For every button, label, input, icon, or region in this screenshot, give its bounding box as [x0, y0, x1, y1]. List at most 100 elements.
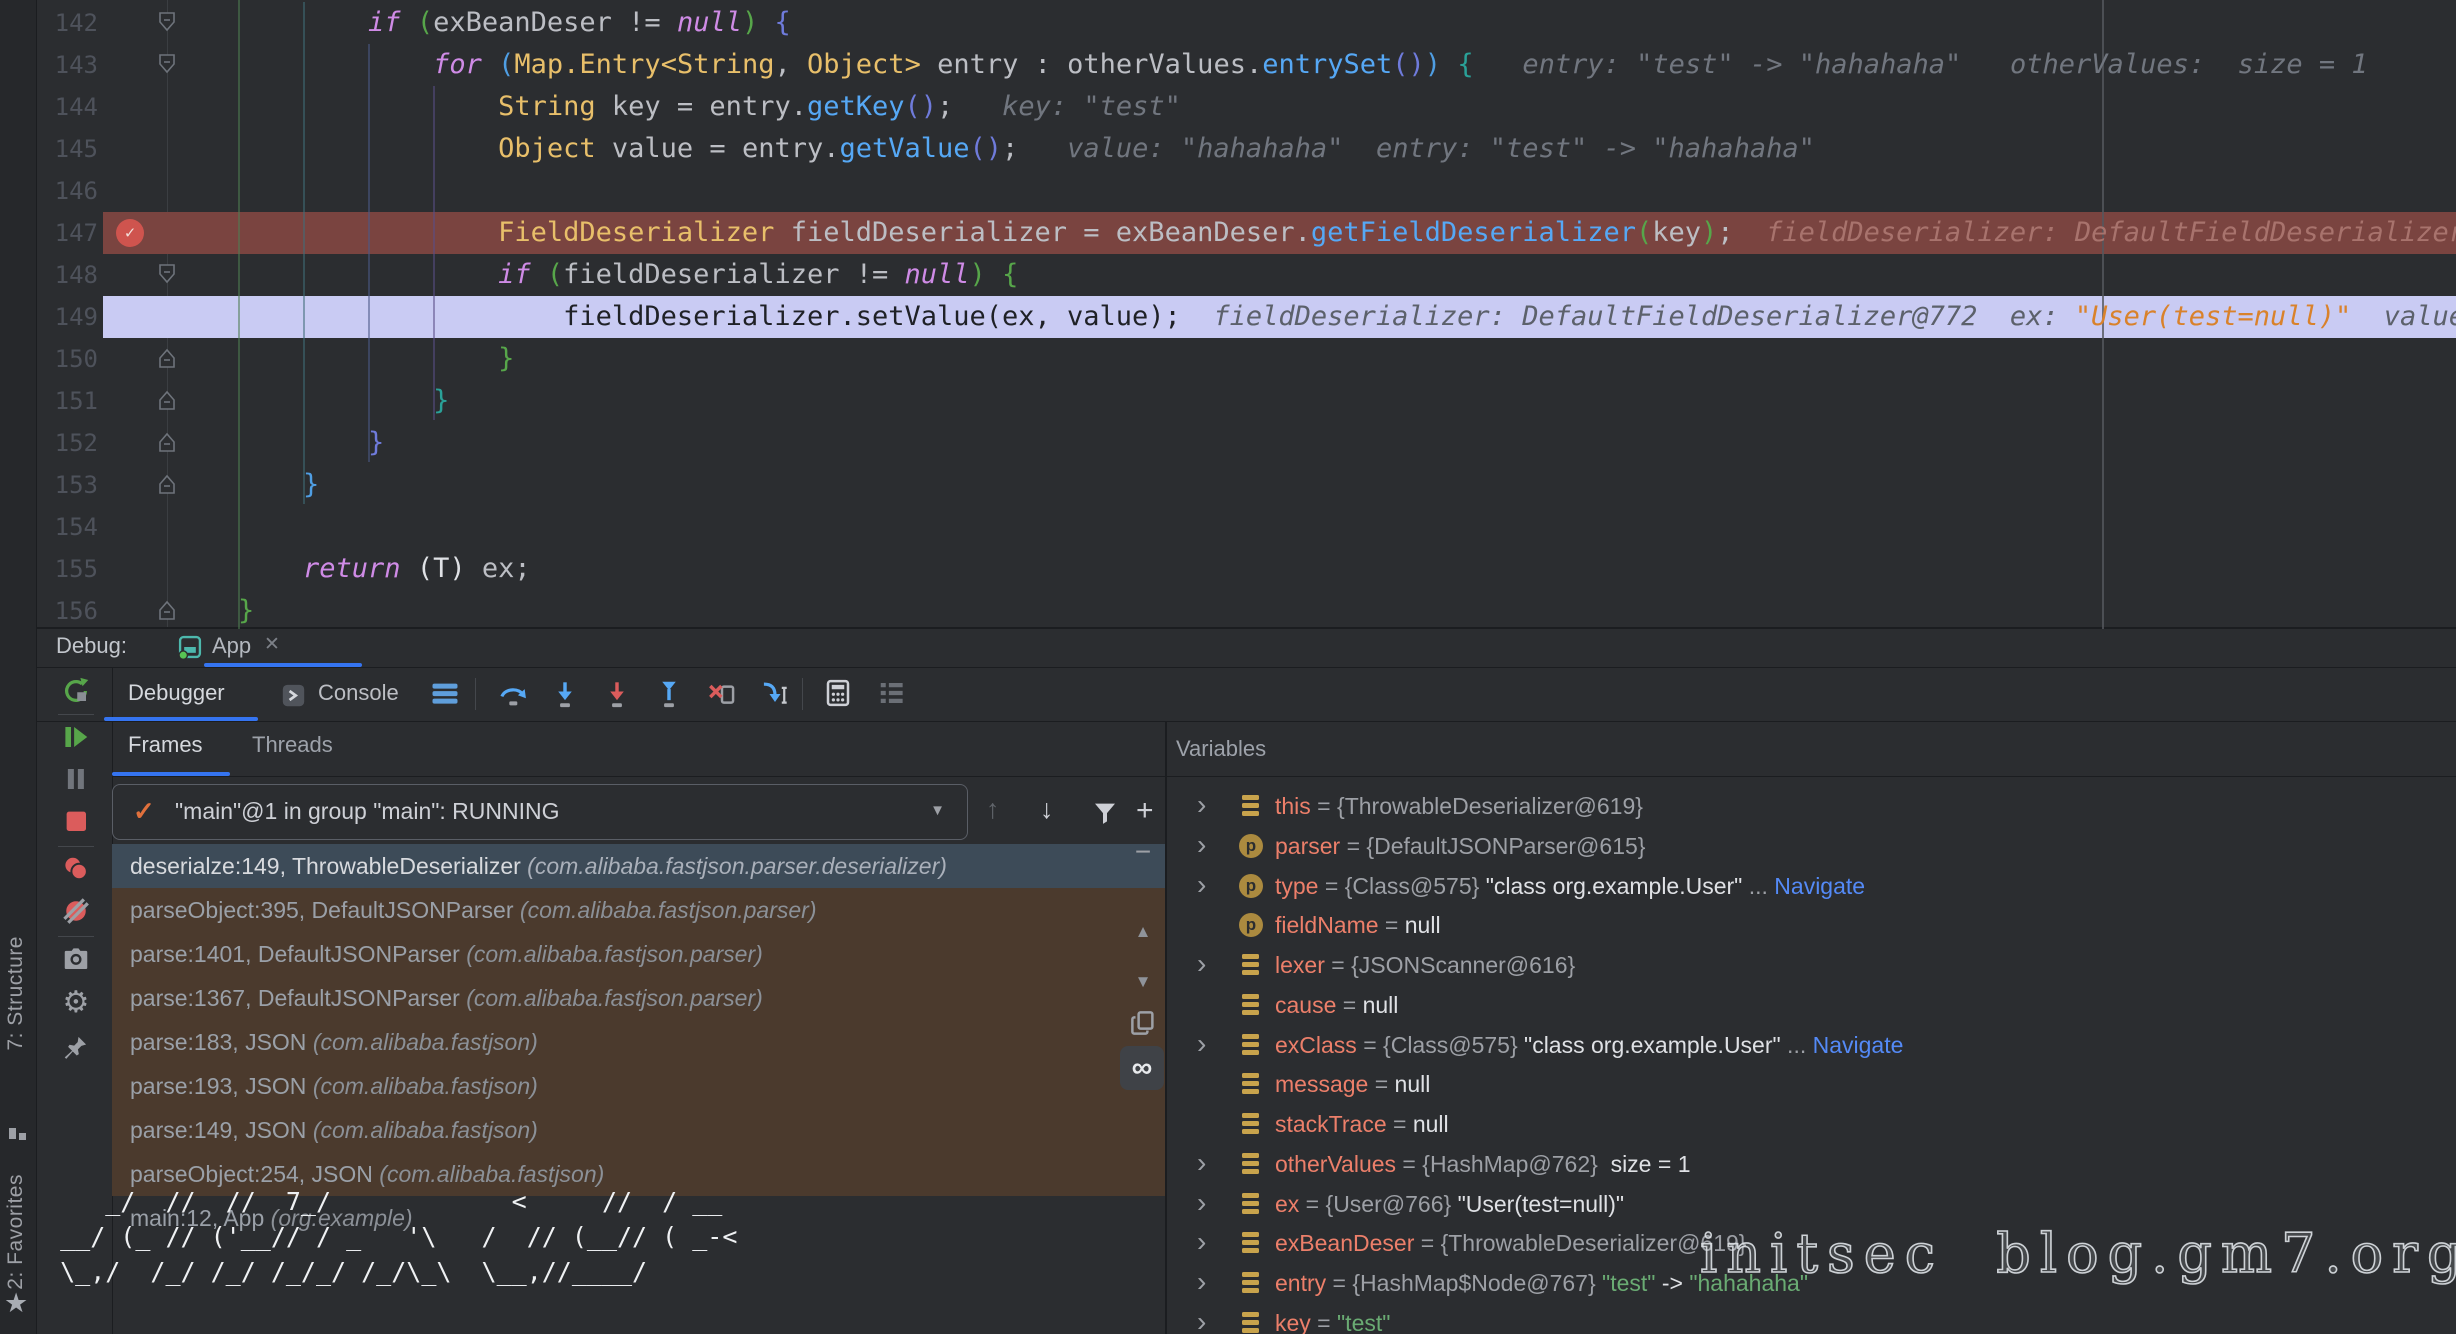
- evaluate-expression-icon[interactable]: [823, 678, 857, 712]
- code-text: }: [238, 380, 449, 422]
- code-text: FieldDeserializer fieldDeserializer = ex…: [238, 212, 2456, 254]
- stack-frame-row[interactable]: deserialze:149, ThrowableDeserializer (c…: [112, 844, 1165, 888]
- separator: [802, 678, 803, 710]
- code-line-148: 148 if (fieldDeserializer != null) {: [36, 254, 2456, 296]
- stack-frame-row[interactable]: parse:1401, DefaultJSONParser (com.aliba…: [112, 932, 1165, 976]
- variable-row-this[interactable]: ›this = {ThrowableDeserializer@619}: [1167, 786, 2456, 826]
- structure-icon: [9, 1128, 27, 1146]
- expand-chevron-icon[interactable]: ›: [1197, 826, 1206, 864]
- infinity-toggle[interactable]: ∞: [1120, 1046, 1164, 1090]
- drop-frame-button[interactable]: [706, 678, 740, 712]
- chevron-down-icon[interactable]: ▼: [930, 802, 945, 819]
- variable-row-stackTrace[interactable]: stackTrace = null: [1167, 1104, 2456, 1144]
- infinity-icon: ∞: [1120, 1046, 1164, 1090]
- fold-end-icon[interactable]: [155, 472, 179, 496]
- scroll-up-icon[interactable]: ▲: [1122, 922, 1164, 942]
- layout-settings-icon[interactable]: [877, 678, 911, 712]
- code-text: }: [238, 464, 319, 506]
- stop-button[interactable]: [61, 806, 91, 836]
- variable-row-message[interactable]: message = null: [1167, 1064, 2456, 1104]
- line-number: 155: [36, 548, 98, 590]
- copy-stack-icon[interactable]: [1122, 1008, 1164, 1038]
- close-icon[interactable]: ✕: [264, 633, 280, 656]
- variable-row-key[interactable]: ›key = "test": [1167, 1303, 2456, 1334]
- stripe-favorites-button[interactable]: 2: Favorites: [4, 1174, 28, 1290]
- tab-threads[interactable]: Threads: [252, 732, 333, 758]
- view-breakpoints-button[interactable]: [61, 854, 91, 884]
- line-number: 142: [36, 2, 98, 44]
- expand-chevron-icon[interactable]: ›: [1197, 1025, 1206, 1063]
- fold-end-icon[interactable]: [155, 346, 179, 370]
- expand-chevron-icon[interactable]: ›: [1197, 1303, 1206, 1334]
- fold-end-icon[interactable]: [155, 388, 179, 412]
- field-icon: [1239, 794, 1263, 818]
- divider: [36, 721, 2456, 722]
- line-number: 143: [36, 44, 98, 86]
- step-out-button[interactable]: [653, 678, 687, 712]
- expand-chevron-icon[interactable]: ›: [1197, 1223, 1206, 1261]
- variable-row-cause[interactable]: cause = null: [1167, 985, 2456, 1025]
- code-line-155: 155 return (T) ex;: [36, 548, 2456, 590]
- expand-chevron-icon[interactable]: ›: [1197, 866, 1206, 904]
- parameter-icon: p: [1239, 834, 1263, 858]
- expand-chevron-icon[interactable]: ›: [1197, 786, 1206, 824]
- line-number: 153: [36, 464, 98, 506]
- expand-chevron-icon[interactable]: ›: [1197, 1184, 1206, 1222]
- line-number: 151: [36, 380, 98, 422]
- tab-console[interactable]: Console: [318, 680, 399, 706]
- force-step-into-button[interactable]: [601, 678, 635, 712]
- stack-frame-row[interactable]: parse:193, JSON (com.alibaba.fastjson): [112, 1064, 1165, 1108]
- expand-chevron-icon[interactable]: ›: [1197, 1144, 1206, 1182]
- pause-button[interactable]: [61, 764, 91, 794]
- expand-chevron-icon[interactable]: ›: [1197, 1263, 1206, 1301]
- breakpoint-icon[interactable]: ✓: [116, 219, 144, 247]
- stripe-structure-button[interactable]: 7: Structure: [4, 936, 28, 1051]
- thread-selector-dropdown[interactable]: ✓ "main"@1 in group "main": RUNNING ▼: [112, 784, 968, 840]
- line-number: 148: [36, 254, 98, 296]
- line-number: 152: [36, 422, 98, 464]
- filter-funnel-icon[interactable]: [1090, 798, 1120, 828]
- variable-row-ex[interactable]: ›ex = {User@766} "User(test=null)": [1167, 1184, 2456, 1224]
- stack-frame-row[interactable]: parse:183, JSON (com.alibaba.fastjson): [112, 1020, 1165, 1064]
- stack-frame-row[interactable]: parse:1367, DefaultJSONParser (com.aliba…: [112, 976, 1165, 1020]
- mute-breakpoints-button[interactable]: [61, 896, 91, 926]
- frame-down-button[interactable]: ↓: [1040, 794, 1054, 825]
- field-icon: [1239, 1112, 1263, 1136]
- code-line-154: 154: [36, 506, 2456, 548]
- tab-debugger[interactable]: Debugger: [128, 680, 225, 706]
- pin-button[interactable]: [61, 1034, 91, 1064]
- scroll-down-icon[interactable]: ▼: [1122, 972, 1164, 992]
- stack-frame-row[interactable]: parseObject:395, DefaultJSONParser (com.…: [112, 888, 1165, 932]
- stack-frame-row[interactable]: parse:149, JSON (com.alibaba.fastjson): [112, 1108, 1165, 1152]
- code-text: Object value = entry.getValue(); value: …: [238, 128, 1815, 170]
- thread-dump-camera-button[interactable]: [61, 944, 91, 974]
- code-editor[interactable]: 142 if (exBeanDeser != null) {143 for (M…: [36, 0, 2456, 629]
- step-over-button[interactable]: [497, 678, 531, 712]
- fold-start-icon[interactable]: [155, 52, 179, 76]
- frame-up-button[interactable]: ↑: [986, 794, 1000, 825]
- add-watch-button[interactable]: +: [1136, 794, 1154, 828]
- line-number: 147: [36, 212, 98, 254]
- code-text: fieldDeserializer.setValue(ex, value); f…: [238, 296, 2456, 338]
- fold-end-icon[interactable]: [155, 598, 179, 622]
- fold-start-icon[interactable]: [155, 262, 179, 286]
- step-into-button[interactable]: [549, 678, 583, 712]
- variable-row-exClass[interactable]: ›exClass = {Class@575} "class org.exampl…: [1167, 1025, 2456, 1065]
- variable-row-lexer[interactable]: ›lexer = {JSONScanner@616}: [1167, 945, 2456, 985]
- rerun-button[interactable]: [61, 676, 91, 706]
- fold-end-icon[interactable]: [155, 430, 179, 454]
- variable-row-otherValues[interactable]: ›otherValues = {HashMap@762} size = 1: [1167, 1144, 2456, 1184]
- resume-button[interactable]: [61, 722, 91, 752]
- code-line-146: 146: [36, 170, 2456, 212]
- menu-lines-icon[interactable]: [430, 678, 464, 712]
- expand-chevron-icon[interactable]: ›: [1197, 945, 1206, 983]
- variable-row-type[interactable]: ›ptype = {Class@575} "class org.example.…: [1167, 866, 2456, 906]
- line-number: 154: [36, 506, 98, 548]
- tab-frames[interactable]: Frames: [128, 732, 203, 758]
- run-to-cursor-button[interactable]: [759, 678, 793, 712]
- settings-gear-icon[interactable]: ⚙: [61, 988, 91, 1018]
- variable-row-fieldName[interactable]: pfieldName = null: [1167, 905, 2456, 945]
- collapse-icon[interactable]: −: [1122, 836, 1164, 868]
- variable-row-parser[interactable]: ›pparser = {DefaultJSONParser@615}: [1167, 826, 2456, 866]
- fold-start-icon[interactable]: [155, 10, 179, 34]
